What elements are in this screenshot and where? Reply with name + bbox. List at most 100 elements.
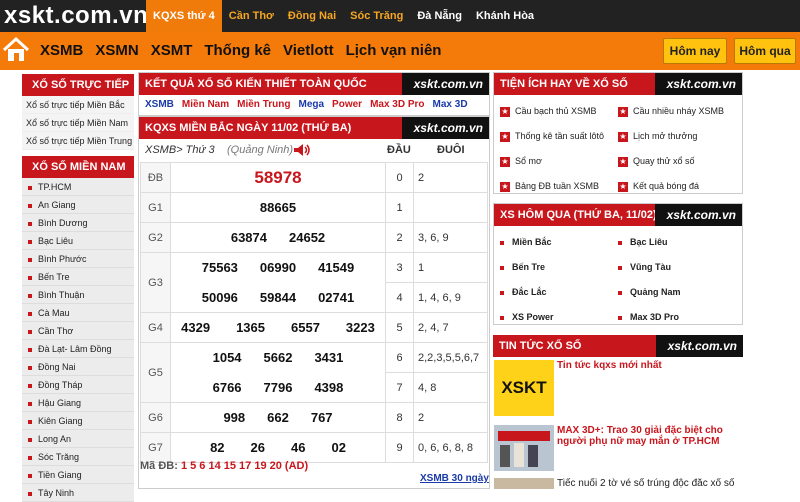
province-link[interactable]: Tây Ninh <box>22 484 134 502</box>
nav-xsmn[interactable]: XSMN <box>89 32 144 70</box>
news-title[interactable]: Tiếc nuối 2 tờ vé số trúng độc đắc xổ số <box>557 478 734 489</box>
hom-qua-label: Quảng Nam <box>630 287 681 297</box>
news-thumb[interactable]: XSKT <box>494 360 554 416</box>
live-link-mien-bac[interactable]: Xổ số trực tiếp Miền Bắc <box>22 96 134 114</box>
tien-ich-brand: xskt.com.vn <box>654 73 742 95</box>
province-link[interactable]: Đồng Nai <box>22 358 134 376</box>
tien-ich-item[interactable]: ★ Kết quả bóng đá <box>618 174 736 199</box>
hom-qua-item[interactable]: Quảng Nam <box>618 280 736 305</box>
mb-breadcrumb[interactable]: XSMB> Thứ 3 <box>145 139 215 161</box>
region-link[interactable]: Max 3D <box>433 95 468 115</box>
news-title[interactable]: Tin tức kqxs mới nhất <box>557 360 662 371</box>
hom-qua-item[interactable]: Miền Bắc <box>500 230 618 255</box>
news-thumb[interactable] <box>494 425 554 471</box>
kqxs-heading: KẾT QUẢ XỔ SỐ KIẾN THIẾT TOÀN QUỐC xskt.… <box>139 73 489 95</box>
table-row: G6 998 662 767 8 2 <box>140 402 488 433</box>
home-icon[interactable] <box>2 36 30 64</box>
province-label: TP.HCM <box>38 182 72 192</box>
province-link[interactable]: Bến Tre <box>22 268 134 286</box>
hom-qua-item[interactable]: Bạc Liêu <box>618 230 736 255</box>
province-link[interactable]: An Giang <box>22 196 134 214</box>
tin-tuc-title: TIN TỨC XỔ SỐ <box>499 340 582 352</box>
prize-label: G2 <box>140 222 171 253</box>
tien-ich-item[interactable]: ★ Cầu nhiều nháy XSMB <box>618 99 736 124</box>
tien-ich-item[interactable]: ★ Thống kê tần suất lôtô <box>500 124 618 149</box>
province-link[interactable]: Tiền Giang <box>22 466 134 484</box>
region-link[interactable]: Mega <box>298 95 324 115</box>
province-link[interactable]: Cà Mau <box>22 304 134 322</box>
province-label: Bình Thuận <box>38 290 85 300</box>
hom-qua-list: Miền Bắc Bạc Liêu Bến Tre Vũng Tàu Đắc Lắc Qu… <box>494 226 742 334</box>
xsmb-30-link[interactable]: XSMB 30 ngày <box>420 473 489 484</box>
news-item[interactable]: Tiếc nuối 2 tờ vé số trúng độc đắc xổ số <box>494 478 746 489</box>
bullet-icon <box>618 240 622 245</box>
tien-ich-label: Kết quả bóng đá <box>633 181 700 191</box>
hom-qua-item[interactable]: Max 3D Pro <box>618 305 736 330</box>
tab-da-nang[interactable]: Đà Nẵng <box>410 0 469 32</box>
nav-lich-van-nien[interactable]: Lịch vạn niên <box>340 32 448 70</box>
prize-numbers-cell: 88665 <box>170 192 386 223</box>
tien-ich-item[interactable]: ★ Quay thử xổ số <box>618 149 736 174</box>
mb-title: KQXS MIỀN BẮC NGÀY 11/02 (THỨ BA) <box>145 122 352 134</box>
tab-kqxs-thu-4[interactable]: KQXS thứ 4 <box>146 0 222 32</box>
province-label: Sóc Trăng <box>38 452 80 462</box>
duoi-cell: 2 <box>413 402 488 433</box>
region-link[interactable]: Max 3D Pro <box>370 95 424 115</box>
province-list: TP.HCM An Giang Bình Dương Bạc Liêu Bình Phư… <box>22 178 134 502</box>
region-link[interactable]: Miền Trung <box>237 95 290 115</box>
province-link[interactable]: Cần Thơ <box>22 322 134 340</box>
left-sidebar: XỔ SỐ TRỰC TIẾP Xổ số trực tiếp Miền Bắc… <box>22 70 134 502</box>
top-bar: xskt.com.vn KQXS thứ 4 Cần Thơ Đồng Nai … <box>0 0 800 32</box>
province-link[interactable]: Đà Lạt- Lâm Đồng <box>22 340 134 358</box>
tien-ich-item[interactable]: ★ Sổ mơ <box>500 149 618 174</box>
hom-qua-item[interactable]: Bến Tre <box>500 255 618 280</box>
province-link[interactable]: Đồng Tháp <box>22 376 134 394</box>
today-button[interactable]: Hôm nay <box>663 38 727 64</box>
prize-number: 46 <box>291 440 306 455</box>
region-link[interactable]: Miền Nam <box>182 95 229 115</box>
province-label: Bạc Liêu <box>38 236 74 246</box>
province-link[interactable]: Sóc Trăng <box>22 448 134 466</box>
province-link[interactable]: Bình Dương <box>22 214 134 232</box>
speaker-icon[interactable] <box>293 143 311 157</box>
yesterday-button[interactable]: Hôm qua <box>734 38 796 64</box>
table-row: ĐB 58978 0 2 <box>140 162 488 193</box>
nav-vietlott[interactable]: Vietlott <box>277 32 340 70</box>
region-link[interactable]: XSMB <box>145 95 174 115</box>
kqxs-panel: KẾT QUẢ XỔ SỐ KIẾN THIẾT TOÀN QUỐC xskt.… <box>138 72 490 116</box>
live-link-mien-nam[interactable]: Xổ số trực tiếp Miền Nam <box>22 114 134 132</box>
news-item[interactable]: MAX 3D+: Trao 30 giải đặc biệt cho người… <box>494 425 746 475</box>
province-link[interactable]: Bình Thuận <box>22 286 134 304</box>
tab-soc-trang[interactable]: Sóc Trăng <box>343 0 410 32</box>
nav-thong-ke[interactable]: Thống kê <box>198 32 277 70</box>
dau-cell: 6 <box>385 342 414 373</box>
tab-khanh-hoa[interactable]: Khánh Hòa <box>469 0 541 32</box>
site-logo[interactable]: xskt.com.vn <box>4 2 148 30</box>
nav-xsmt[interactable]: XSMT <box>145 32 199 70</box>
province-label: Bình Phước <box>38 254 87 264</box>
live-link-mien-trung[interactable]: Xổ số trực tiếp Miền Trung <box>22 132 134 150</box>
news-title[interactable]: MAX 3D+: Trao 30 giải đặc biệt cho người… <box>557 425 743 447</box>
tien-ich-label: Bảng ĐB tuần XSMB <box>515 181 600 191</box>
news-thumb[interactable] <box>494 478 554 489</box>
tab-dong-nai[interactable]: Đồng Nai <box>281 0 343 32</box>
hom-qua-item[interactable]: Vũng Tàu <box>618 255 736 280</box>
region-link[interactable]: Power <box>332 95 362 115</box>
province-link[interactable]: Hậu Giang <box>22 394 134 412</box>
province-link[interactable]: Kiên Giang <box>22 412 134 430</box>
hom-qua-item[interactable]: Đắc Lắc <box>500 280 618 305</box>
nav-xsmb[interactable]: XSMB <box>34 32 89 70</box>
bullet-icon <box>28 383 32 388</box>
news-item[interactable]: XSKT Tin tức kqxs mới nhất <box>494 360 746 420</box>
tab-can-tho[interactable]: Cần Thơ <box>222 0 281 32</box>
province-link[interactable]: TP.HCM <box>22 178 134 196</box>
tien-ich-item[interactable]: ★ Bảng ĐB tuần XSMB <box>500 174 618 199</box>
hom-qua-item[interactable]: XS Power <box>500 305 618 330</box>
tien-ich-item[interactable]: ★ Cầu bạch thủ XSMB <box>500 99 618 124</box>
tien-ich-title: TIỆN ÍCH HAY VỀ XỔ SỐ <box>500 78 628 90</box>
province-link[interactable]: Bạc Liêu <box>22 232 134 250</box>
province-link[interactable]: Long An <box>22 430 134 448</box>
province-link[interactable]: Bình Phước <box>22 250 134 268</box>
tien-ich-label: Cầu nhiều nháy XSMB <box>633 106 725 116</box>
tien-ich-item[interactable]: ★ Lịch mở thưởng <box>618 124 736 149</box>
